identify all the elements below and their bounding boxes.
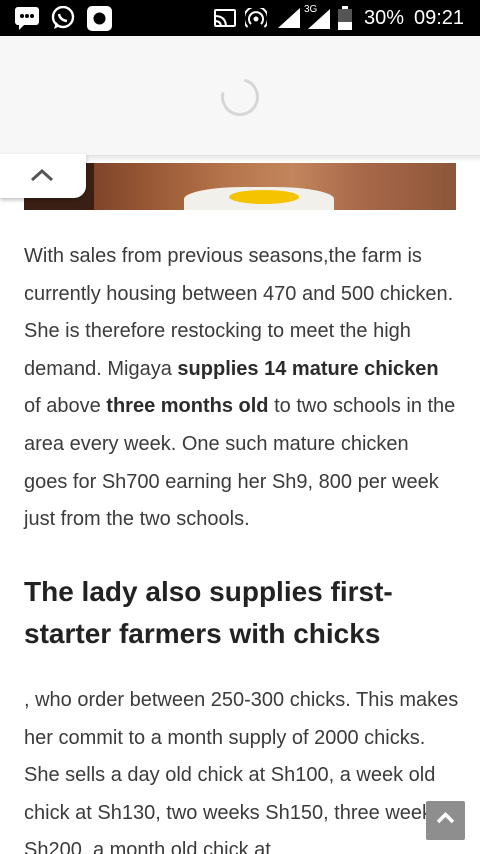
section-heading: The lady also supplies first-starter far… xyxy=(24,576,393,649)
signal-icon xyxy=(278,8,300,33)
battery-icon xyxy=(338,6,352,35)
clock: 09:21 xyxy=(414,7,465,29)
whatsapp-icon xyxy=(51,5,75,35)
camera-app-icon xyxy=(87,6,112,36)
article-body: With sales from previous seasons,the far… xyxy=(24,238,456,539)
chevron-up-icon xyxy=(30,168,54,182)
chevron-up-icon xyxy=(436,812,455,824)
loading-spinner-icon xyxy=(214,71,266,123)
hotspot-icon xyxy=(243,5,269,35)
network-type-label: 3G xyxy=(304,4,318,15)
header-loading-area xyxy=(0,36,480,156)
paragraph: With sales from previous seasons,the far… xyxy=(24,245,456,531)
status-bar: 3G 30% 09:21 xyxy=(0,0,480,36)
paragraph: , who order between 250-300 chicks. This… xyxy=(24,689,459,854)
article-image xyxy=(24,163,456,210)
messaging-icon xyxy=(14,6,40,35)
cast-icon xyxy=(213,9,237,34)
back-to-top-button[interactable] xyxy=(426,801,465,840)
collapse-header-button[interactable] xyxy=(0,154,86,198)
battery-percent: 30% xyxy=(364,7,405,29)
